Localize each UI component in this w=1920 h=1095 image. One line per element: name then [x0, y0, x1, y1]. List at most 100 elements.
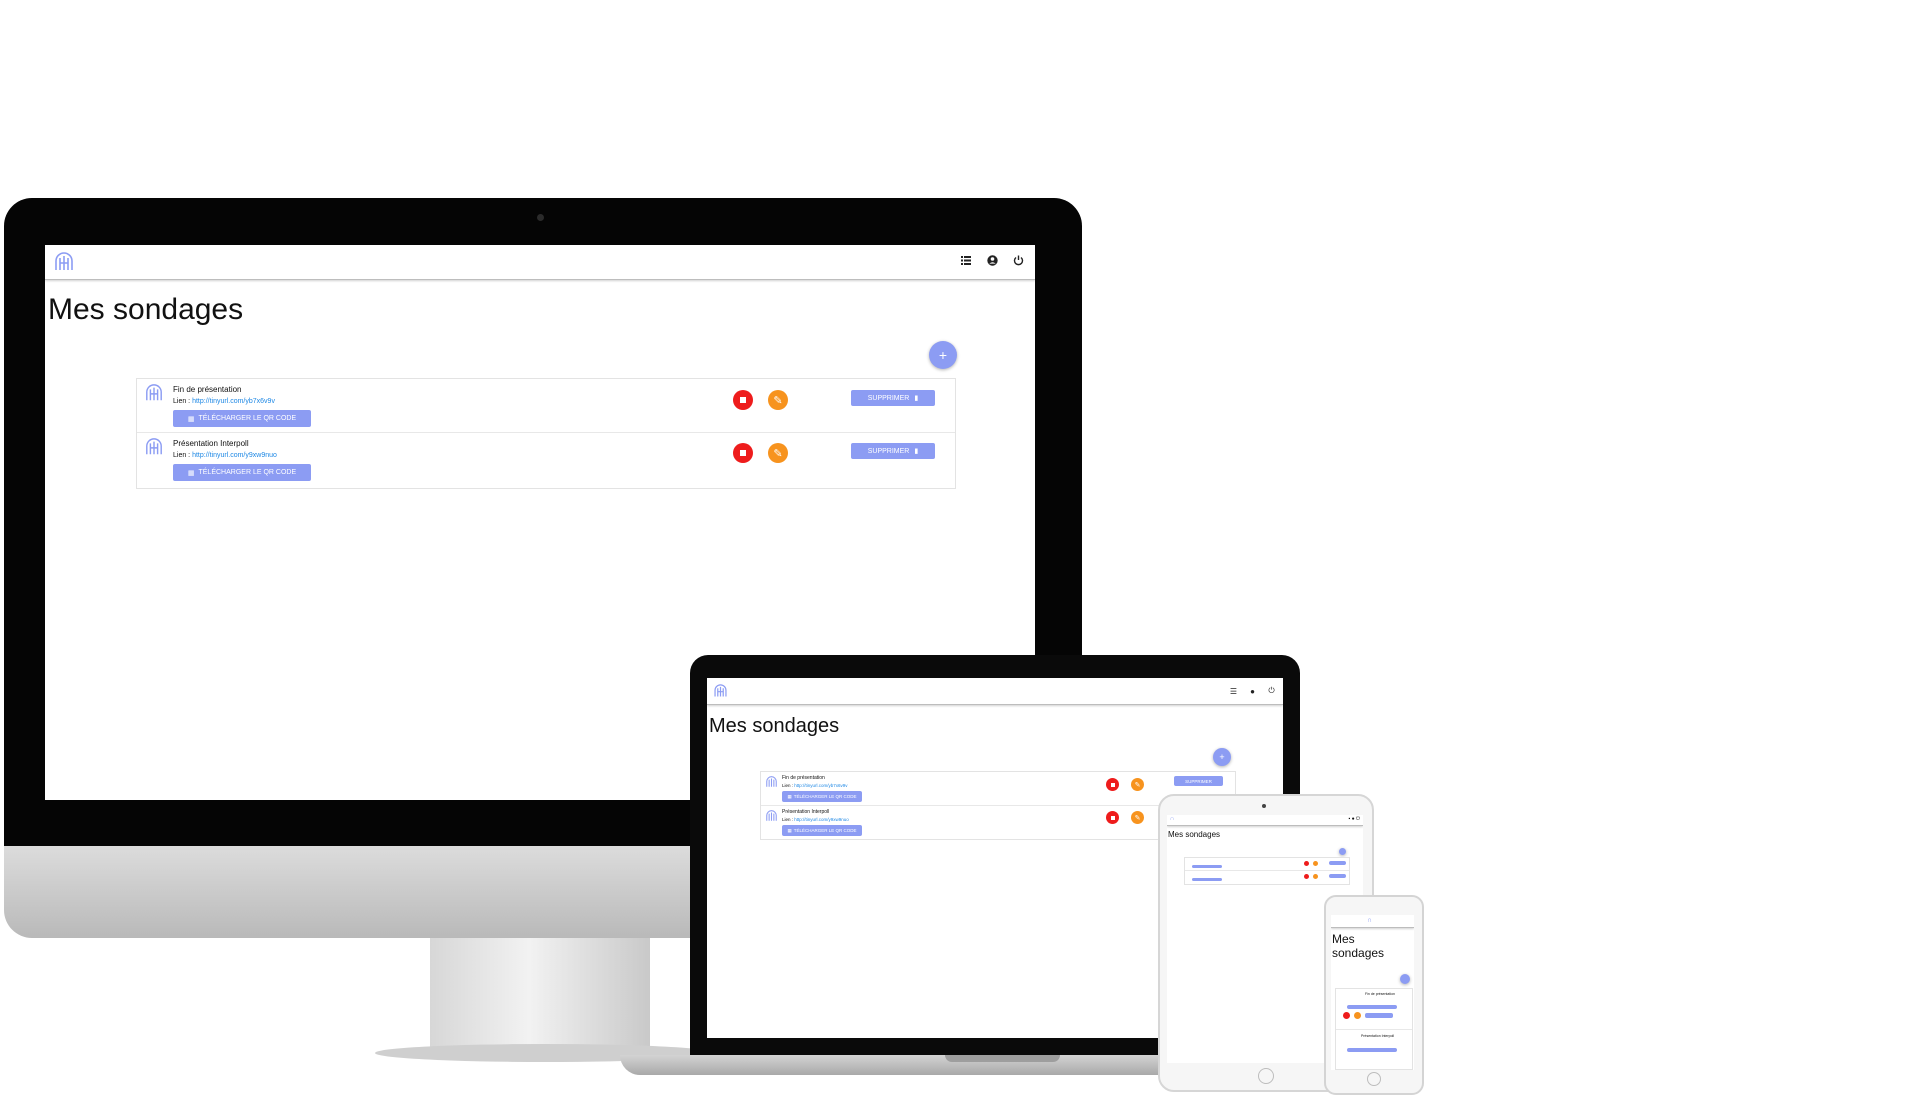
trash-icon: ▮ [914, 395, 919, 402]
delete-poll-button[interactable]: SUPPRIMER ▮ [851, 443, 935, 459]
download-qr-button[interactable]: ▦ TÉLÉCHARGER LE QR CODE [782, 825, 862, 836]
header-icons [953, 255, 1031, 266]
page-title: Mes sondages [1332, 932, 1402, 960]
stop-poll-button[interactable] [1106, 811, 1119, 824]
page-title: Mes sondages [48, 293, 244, 326]
poll-name: Fin de présentation [782, 775, 825, 781]
delete-poll-button[interactable]: SUPPRIMER [1174, 776, 1223, 786]
stop-poll-button[interactable] [1106, 778, 1119, 791]
stop-icon [740, 397, 746, 403]
poll-list [1184, 857, 1350, 885]
interpoll-logo[interactable] [53, 252, 75, 272]
trash-icon: ▮ [914, 448, 919, 455]
pencil-icon: ✎ [1134, 814, 1141, 822]
add-poll-button[interactable]: + [929, 341, 957, 369]
power-icon[interactable]: ⏻ [1262, 686, 1281, 696]
poll-link-label: Lien : [173, 398, 193, 405]
list-icon[interactable]: ☰ [1224, 687, 1243, 696]
poll-link[interactable]: http://tinyurl.com/y9xw9nuo [794, 817, 849, 822]
page-title: Mes sondages [709, 715, 840, 737]
download-qr-button[interactable]: ▦ TÉLÉCHARGER LE QR CODE [173, 464, 311, 481]
poll-row: Présentation Interpoll [1336, 1030, 1412, 1068]
header-icons: ☰ ● ⏻ [1224, 686, 1281, 696]
edit-poll-button[interactable]: ✎ [1131, 778, 1144, 791]
tablet-camera [1262, 804, 1266, 808]
download-qr-button[interactable] [1347, 1048, 1397, 1052]
stop-poll-button[interactable] [1304, 861, 1309, 866]
app-header [45, 245, 1035, 280]
poll-row: Fin de présentation [1336, 989, 1412, 1030]
logo-icon [714, 684, 727, 697]
qr-code-icon: ▦ [187, 415, 195, 423]
download-qr-button[interactable] [1347, 1005, 1397, 1009]
download-qr-button[interactable]: ▦ TÉLÉCHARGER LE QR CODE [173, 410, 311, 427]
qr-code-icon: ▦ [787, 793, 792, 799]
poll-link[interactable]: http://tinyurl.com/yb7x6v9v [794, 783, 847, 788]
edit-poll-button[interactable] [1354, 1012, 1361, 1019]
stop-icon [1110, 782, 1115, 787]
download-qr-label: TÉLÉCHARGER LE QR CODE [793, 794, 857, 799]
delete-label: SUPPRIMER [1185, 778, 1212, 784]
poll-name: Présentation Interpoll [782, 809, 830, 815]
delete-poll-button[interactable] [1329, 861, 1346, 865]
app-header: ☰ ● ⏻ [707, 678, 1283, 705]
edit-poll-button[interactable]: ✎ [768, 443, 788, 463]
tablet-home-button [1258, 1068, 1274, 1084]
phone-screen: ∩ Mes sondages Fin de présentation Prése… [1331, 915, 1414, 1070]
edit-poll-button[interactable]: ✎ [1131, 811, 1144, 824]
page-title-text: Mes sondages [1332, 932, 1385, 960]
poll-link[interactable]: http://tinyurl.com/y9xw9nuo [192, 452, 277, 459]
poll-link-line: Lien : http://tinyurl.com/yb7x6v9v [173, 398, 275, 405]
logo-icon[interactable]: ∩ [1170, 816, 1174, 822]
edit-poll-button[interactable] [1313, 861, 1318, 866]
phone-home-button [1367, 1072, 1381, 1086]
download-qr-label: TÉLÉCHARGER LE QR CODE [198, 415, 297, 422]
poll-link-label: Lien : [782, 783, 795, 788]
delete-poll-button[interactable] [1329, 874, 1346, 878]
pencil-icon: ✎ [773, 394, 783, 407]
add-poll-button[interactable] [1339, 848, 1346, 855]
poll-avatar [144, 438, 164, 461]
poll-link-line: Lien : http://tinyurl.com/y9xw9nuo [782, 817, 849, 822]
poll-link[interactable]: http://tinyurl.com/yb7x6v9v [192, 398, 275, 405]
edit-poll-button[interactable] [1313, 874, 1318, 879]
download-qr-label: TÉLÉCHARGER LE QR CODE [198, 469, 297, 476]
laptop-notch [945, 1055, 1060, 1062]
pencil-icon: ✎ [773, 447, 783, 460]
poll-name: Présentation Interpoll [1361, 1034, 1395, 1038]
stop-poll-button[interactable] [733, 390, 753, 410]
interpoll-logo[interactable] [713, 684, 728, 703]
account-icon[interactable]: ● [1243, 687, 1262, 696]
poll-list: Fin de présentation Présentation Interpo… [1335, 988, 1413, 1070]
logo-icon[interactable]: ∩ [1367, 917, 1372, 924]
power-icon[interactable] [1005, 255, 1031, 266]
account-icon[interactable] [979, 255, 1005, 266]
download-qr-button[interactable] [1192, 865, 1222, 868]
qr-code-icon: ▦ [787, 827, 792, 833]
poll-list: Fin de présentation Lien : http://tinyur… [136, 378, 956, 489]
add-poll-button[interactable]: + [1213, 748, 1231, 766]
poll-avatar [144, 384, 164, 407]
poll-link-line: Lien : http://tinyurl.com/y9xw9nuo [173, 452, 277, 459]
add-poll-button[interactable] [1400, 974, 1410, 984]
delete-label: SUPPRIMER [867, 394, 910, 402]
stop-poll-button[interactable] [1343, 1012, 1350, 1019]
edit-poll-button[interactable]: ✎ [768, 390, 788, 410]
download-qr-button[interactable]: ▦ TÉLÉCHARGER LE QR CODE [782, 791, 862, 802]
poll-link-label: Lien : [173, 452, 193, 459]
stop-icon [740, 450, 746, 456]
camera-dot [537, 214, 544, 221]
delete-poll-button[interactable]: SUPPRIMER ▮ [851, 390, 935, 406]
qr-code-icon: ▦ [187, 469, 195, 477]
delete-poll-button[interactable] [1365, 1013, 1393, 1018]
download-qr-label: TÉLÉCHARGER LE QR CODE [793, 828, 857, 833]
header-icons: ▪ ● ⏻ [1348, 816, 1360, 822]
download-qr-button[interactable] [1192, 878, 1222, 881]
poll-link-line: Lien : http://tinyurl.com/yb7x6v9v [782, 783, 848, 788]
stop-poll-button[interactable] [1304, 874, 1309, 879]
stop-poll-button[interactable] [733, 443, 753, 463]
list-icon[interactable] [953, 256, 979, 265]
app-header: ∩ ▪ ● ⏻ [1167, 815, 1363, 826]
poll-avatar [765, 809, 778, 827]
poll-row: Présentation Interpoll Lien : http://tin… [137, 433, 955, 487]
